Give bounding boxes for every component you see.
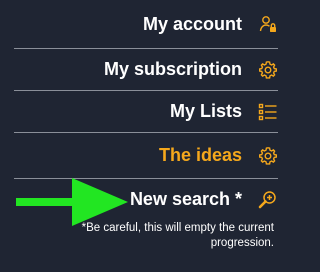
menu-item-label: My subscription [103, 59, 242, 79]
menu-item-label: The ideas [158, 145, 242, 165]
pointer-arrow [16, 178, 128, 226]
gear-icon [258, 146, 278, 166]
menu-item-label: My Lists [169, 101, 242, 121]
menu-item-the-ideas[interactable]: The ideas [14, 133, 278, 179]
gear-icon [258, 60, 278, 80]
menu-item-my-lists[interactable]: My Lists [14, 91, 278, 133]
search-plus-icon [258, 189, 278, 209]
menu-item-my-subscription[interactable]: My subscription [14, 49, 278, 91]
menu-item-label: My account [142, 13, 242, 34]
list-icon [258, 102, 278, 122]
user-lock-icon [258, 14, 278, 34]
menu-item-label: New search * [129, 188, 242, 209]
menu-item-my-account[interactable]: My account [14, 0, 278, 49]
